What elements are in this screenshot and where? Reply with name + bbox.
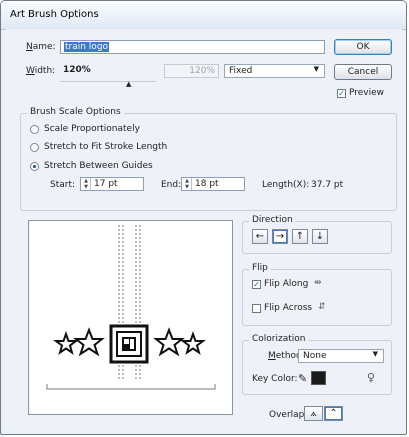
name-label: Name: — [26, 42, 56, 52]
direction-left-button[interactable]: ← — [252, 229, 268, 244]
flip-across-checkbox[interactable] — [252, 304, 261, 313]
dialog-title: Art Brush Options — [10, 9, 99, 20]
brush-preview-canvas — [28, 220, 233, 415]
width-field[interactable]: 120% — [60, 64, 156, 78]
stretch-to-fit-radio[interactable] — [30, 143, 39, 152]
overlap-label: Overlap: — [269, 410, 308, 420]
flip-across-label: Flip Across — [264, 303, 313, 313]
stretch-between-guides-label: Stretch Between Guides — [44, 161, 153, 171]
width-label: Width: — [26, 66, 56, 76]
flip-along-checkbox[interactable]: ✓ — [252, 280, 261, 289]
eyedropper-icon[interactable]: ✎ — [298, 372, 307, 385]
end-spinner-icon[interactable]: ▲ ▼ — [183, 178, 192, 190]
flip-title: Flip — [249, 263, 271, 273]
direction-down-button[interactable]: ↓ — [312, 229, 328, 244]
method-value: None — [303, 351, 327, 361]
overlap-adjust-icon: ⟑ — [310, 408, 317, 419]
direction-title: Direction — [249, 215, 296, 225]
brush-scale-options-title: Brush Scale Options — [27, 107, 124, 117]
scale-proportionately-label: Scale Proportionately — [44, 124, 140, 134]
chevron-down-icon: ▼ — [372, 350, 378, 358]
right-arrow-icon: → — [275, 231, 285, 242]
preview-checkbox[interactable]: ✓ — [337, 89, 346, 98]
ok-button[interactable]: OK — [334, 39, 392, 55]
art-brush-options-dialog: Art Brush Options Name: train logo OK Wi… — [0, 0, 407, 435]
direction-right-button[interactable]: → — [272, 229, 288, 244]
key-color-label: Key Color: — [252, 374, 298, 384]
name-field[interactable]: train logo — [60, 40, 325, 54]
length-value: 37.7 pt — [311, 180, 344, 190]
end-label: End: — [161, 180, 182, 190]
name-field-value: train logo — [64, 42, 110, 52]
overlap-none-icon: ⌃ — [329, 408, 338, 419]
key-color-swatch[interactable] — [311, 371, 326, 385]
stretch-between-guides-radio[interactable] — [30, 162, 39, 171]
flip-along-label: Flip Along — [264, 279, 309, 289]
stretch-to-fit-label: Stretch to Fit Stroke Length — [44, 142, 168, 152]
direction-up-button[interactable]: ↑ — [292, 229, 308, 244]
width-mode-dropdown[interactable]: Fixed ▼ — [224, 64, 325, 78]
brush-preview-art — [46, 225, 216, 390]
left-arrow-icon: ← — [255, 231, 265, 242]
dialog-body: Name: train logo OK Width: 120% 120% Fix… — [6, 29, 402, 429]
cancel-button[interactable]: Cancel — [334, 64, 392, 80]
end-value: 18 pt — [195, 179, 219, 189]
method-dropdown[interactable]: None ▼ — [298, 349, 384, 363]
flip-along-icon: ⇹ — [314, 278, 322, 288]
start-field[interactable]: ▲ ▼ 17 pt — [80, 177, 144, 191]
start-value: 17 pt — [94, 179, 118, 189]
overlap-adjust-button[interactable]: ⟑ — [304, 406, 323, 421]
down-arrow-icon: ↓ — [315, 231, 325, 242]
overlap-none-button[interactable]: ⌃ — [324, 406, 343, 421]
start-spinner-icon[interactable]: ▲ ▼ — [82, 178, 91, 190]
scale-proportionately-radio[interactable] — [30, 125, 39, 134]
flip-across-icon: ⇵ — [318, 302, 326, 312]
width-slider-thumb-icon[interactable]: ▲ — [126, 80, 131, 88]
title-bar[interactable]: Art Brush Options — [1, 1, 406, 30]
end-field[interactable]: ▲ ▼ 18 pt — [181, 177, 245, 191]
start-label: Start: — [50, 180, 76, 190]
width-mode-value: Fixed — [229, 66, 253, 76]
up-arrow-icon: ↑ — [295, 231, 305, 242]
colorization-title: Colorization — [249, 334, 309, 344]
chevron-down-icon: ▼ — [313, 65, 319, 73]
preview-label: Preview — [349, 88, 385, 98]
length-label: Length(X): — [262, 180, 310, 190]
tip-lightbulb-icon[interactable]: ♀ — [367, 371, 375, 384]
width-slider-track[interactable] — [60, 81, 156, 82]
width-secondary-field: 120% — [164, 64, 219, 78]
